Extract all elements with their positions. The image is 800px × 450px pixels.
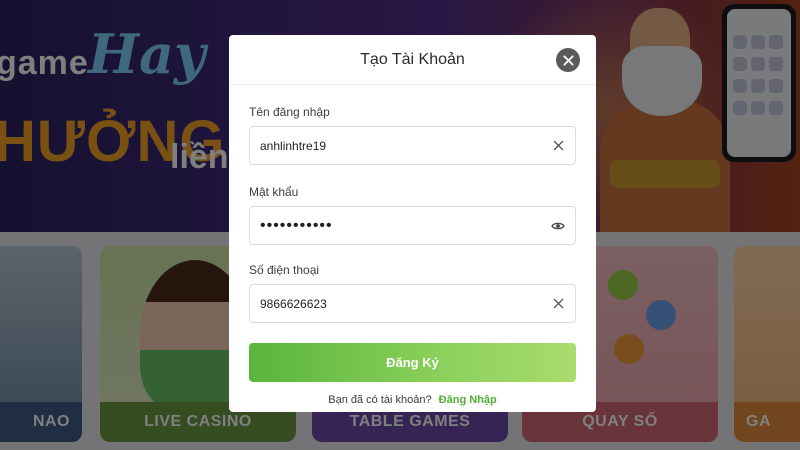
modal-header: Tạo Tài Khoản: [229, 35, 596, 85]
close-icon: [562, 54, 574, 66]
username-field-box: [249, 126, 576, 165]
login-link[interactable]: Đăng Nhập: [439, 394, 497, 406]
eye-icon[interactable]: [551, 219, 565, 233]
clear-icon[interactable]: [551, 139, 565, 153]
password-input[interactable]: [260, 216, 551, 235]
phone-label: Số điện thoại: [249, 263, 320, 277]
phone-input[interactable]: [260, 296, 551, 311]
register-button[interactable]: Đăng Ký: [249, 343, 576, 382]
close-button[interactable]: [556, 48, 580, 72]
password-label: Mật khẩu: [249, 185, 299, 199]
login-prompt-row: Bạn đã có tài khoản? Đăng Nhập: [249, 394, 576, 406]
phone-field-box: [249, 284, 576, 323]
clear-icon[interactable]: [551, 297, 565, 311]
modal-title: Tạo Tài Khoản: [360, 50, 465, 68]
username-label: Tên đăng nhập: [249, 105, 330, 119]
register-form: Tên đăng nhập Mật khẩu Số điện thoại: [229, 105, 596, 406]
username-input[interactable]: [260, 138, 551, 153]
login-prompt-text: Bạn đã có tài khoản?: [328, 394, 432, 406]
password-field-box: [249, 206, 576, 245]
register-modal: Tạo Tài Khoản Tên đăng nhập Mật khẩu: [229, 35, 596, 412]
